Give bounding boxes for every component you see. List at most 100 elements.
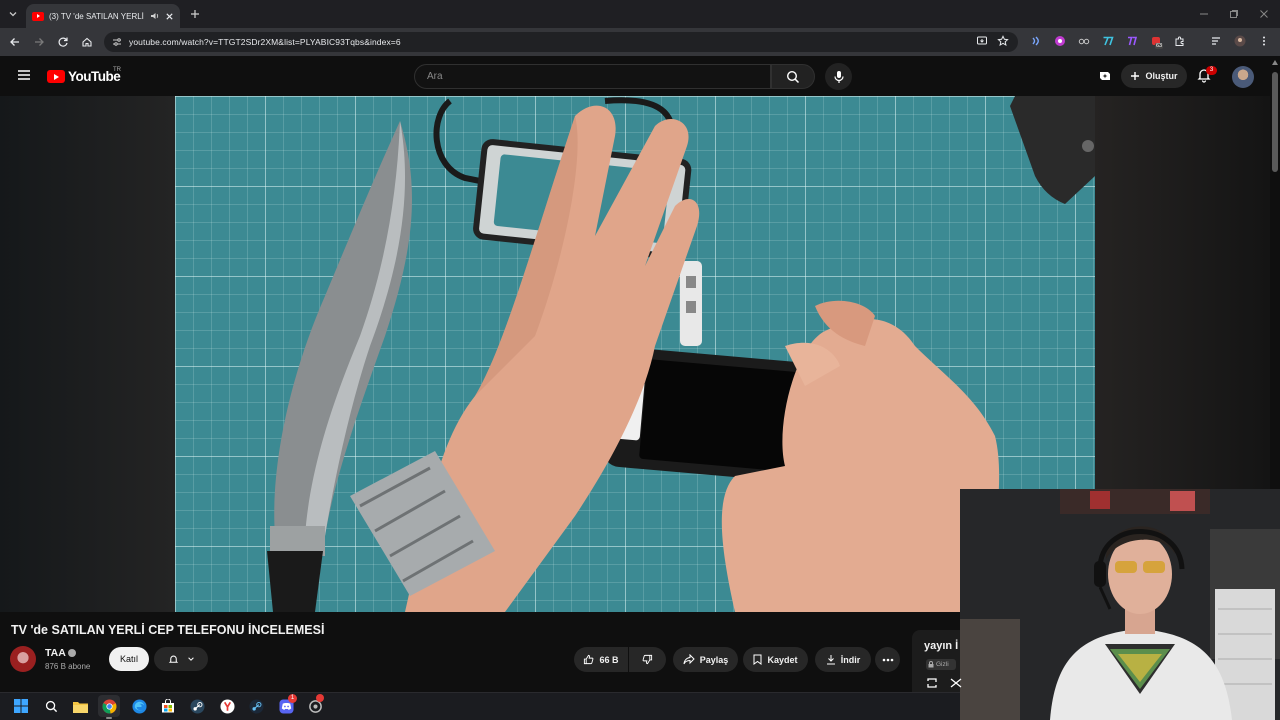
site-settings-icon[interactable]: [112, 37, 122, 47]
restore-icon: [1230, 10, 1238, 18]
thumbs-up-icon: [584, 654, 594, 665]
scroll-up-icon[interactable]: [1272, 60, 1278, 65]
bell-icon: [168, 655, 178, 663]
like-button[interactable]: 66 B: [574, 647, 628, 672]
profile-avatar-icon: [1234, 35, 1246, 47]
taskbar-chrome[interactable]: [98, 695, 120, 719]
like-count: 66 B: [599, 654, 619, 665]
more-actions-button[interactable]: [875, 647, 900, 672]
restore-button[interactable]: [1226, 6, 1242, 22]
verified-badge-icon: [68, 649, 76, 657]
extension-seven-tv[interactable]: [1100, 33, 1116, 49]
playlist-privacy-label: Gizli: [936, 661, 949, 668]
taskbar-search[interactable]: [40, 695, 62, 717]
new-tab-button[interactable]: [186, 5, 204, 23]
chevron-down-icon: [187, 657, 194, 661]
close-tab-icon[interactable]: [165, 12, 174, 21]
edge-icon: [131, 698, 147, 714]
extension-translate[interactable]: [1028, 33, 1044, 49]
lock-icon: [928, 661, 934, 668]
guide-menu-button[interactable]: [16, 67, 32, 83]
taskbar-store[interactable]: [157, 695, 179, 717]
reload-button[interactable]: [54, 33, 72, 51]
streamer-webcam-image: [960, 489, 1280, 720]
notification-count-badge: 3: [1206, 66, 1217, 75]
browser-tab-active[interactable]: (3) TV 'de SATILAN YERLİ C…: [26, 4, 180, 28]
extension-betterttv[interactable]: [1124, 33, 1140, 49]
save-label: Kaydet: [767, 654, 798, 665]
install-app-button[interactable]: [974, 33, 990, 49]
video-frame-image: [267, 96, 1095, 612]
taskbar-edge[interactable]: [128, 695, 150, 717]
extension-circle-icon: [1055, 36, 1065, 46]
share-button[interactable]: Paylaş: [673, 647, 738, 672]
search-input[interactable]: [415, 65, 770, 88]
install-icon: [977, 36, 987, 45]
arrow-right-icon: [35, 38, 44, 46]
save-button[interactable]: Kaydet: [743, 647, 808, 672]
back-button[interactable]: [6, 33, 24, 51]
ai-assistant-button[interactable]: [1096, 67, 1114, 85]
speaker-icon[interactable]: [150, 11, 160, 21]
discord-notification-badge: 1: [288, 694, 297, 703]
create-button[interactable]: Oluştur: [1121, 64, 1187, 88]
youtube-play-logo-icon: [47, 70, 65, 83]
tab-search-button[interactable]: [4, 5, 22, 23]
search-button[interactable]: [771, 64, 815, 89]
app-alert-dot: [316, 694, 324, 702]
bookmark-button[interactable]: [995, 33, 1011, 49]
hamburger-icon: [18, 70, 30, 80]
shuffle-icon[interactable]: [949, 676, 963, 690]
list-icon: [1212, 37, 1220, 45]
account-avatar[interactable]: [1232, 66, 1254, 88]
extension-badge-count: 63: [1155, 43, 1164, 49]
windows-logo-icon: [14, 699, 28, 713]
search-icon: [786, 70, 800, 83]
taskbar-file-explorer[interactable]: [69, 695, 91, 717]
plus-icon: [1131, 72, 1140, 80]
glasses-icon: [1078, 38, 1090, 45]
home-icon: [82, 37, 92, 47]
youtube-logo[interactable]: YouTube: [47, 69, 121, 84]
browser-menu-button[interactable]: [1256, 33, 1272, 49]
create-label: Oluştur: [1145, 71, 1178, 81]
start-button[interactable]: [10, 695, 32, 717]
voice-search-button[interactable]: [825, 63, 852, 90]
download-button[interactable]: İndir: [815, 647, 871, 672]
loop-playlist-icon[interactable]: [925, 676, 939, 690]
home-button[interactable]: [78, 33, 96, 51]
search-box[interactable]: [414, 64, 771, 89]
forward-button[interactable]: [30, 33, 48, 51]
reading-list-button[interactable]: [1208, 33, 1224, 49]
playlist-title[interactable]: yayın İ: [924, 640, 958, 652]
scrollbar-thumb[interactable]: [1272, 72, 1278, 172]
extensions-menu-button[interactable]: [1172, 33, 1188, 49]
taskbar-steam-2[interactable]: [245, 695, 267, 717]
profile-button[interactable]: [1232, 33, 1248, 49]
youtube-favicon-icon: [32, 11, 44, 21]
taskbar-steam[interactable]: [186, 695, 208, 717]
join-button[interactable]: Katıl: [109, 647, 149, 671]
taskbar-yandex[interactable]: [216, 695, 238, 717]
address-bar[interactable]: youtube.com/watch?v=TTGT2SDr2XM&list=PLY…: [104, 32, 1018, 52]
search-icon: [45, 700, 57, 712]
kebab-menu-icon: [1263, 36, 1265, 46]
video-player[interactable]: [175, 96, 1095, 612]
extension-glasses[interactable]: [1076, 33, 1092, 49]
channel-name[interactable]: TAA: [45, 647, 66, 659]
subscribe-notification-button[interactable]: [154, 647, 208, 671]
running-indicator: [106, 717, 112, 719]
tab-title: (3) TV 'de SATILAN YERLİ C…: [49, 11, 145, 21]
extension-purple[interactable]: [1052, 33, 1068, 49]
dislike-button[interactable]: [629, 647, 666, 672]
chevron-down-icon: [9, 12, 17, 17]
country-code: TR: [113, 67, 121, 73]
close-window-button[interactable]: [1256, 6, 1272, 22]
channel-avatar[interactable]: [10, 646, 36, 672]
close-icon: [1260, 10, 1268, 18]
more-horizontal-icon: [882, 658, 893, 661]
url-text: youtube.com/watch?v=TTGT2SDr2XM&list=PLY…: [129, 37, 401, 47]
minimize-button[interactable]: [1196, 6, 1212, 22]
playlist-privacy-badge: Gizli: [926, 659, 956, 670]
plus-icon: [191, 10, 199, 18]
